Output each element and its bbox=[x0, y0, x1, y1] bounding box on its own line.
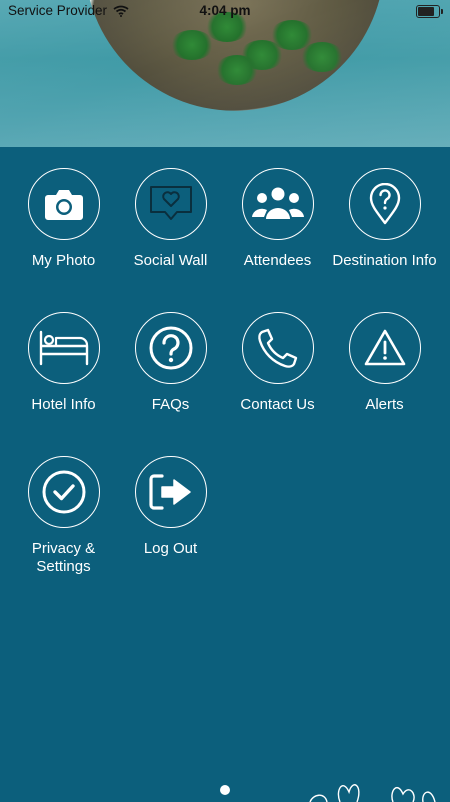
page-indicator-dot[interactable] bbox=[220, 785, 230, 795]
menu-item-circle[interactable] bbox=[27, 312, 100, 384]
menu-item-label: FAQs bbox=[151, 396, 190, 413]
menu-item-my-photo[interactable]: My Photo bbox=[10, 168, 117, 270]
menu-item-circle[interactable] bbox=[134, 456, 207, 528]
camera-icon bbox=[44, 190, 83, 220]
people-group-icon bbox=[251, 187, 304, 219]
question-circle-icon bbox=[149, 326, 192, 370]
phone-icon bbox=[257, 328, 297, 368]
menu-item-label: Hotel Info bbox=[31, 396, 96, 413]
menu-item-label: Social Wall bbox=[133, 252, 208, 269]
battery-level bbox=[418, 7, 434, 16]
menu-item-label: My Photo bbox=[31, 252, 96, 269]
battery-icon bbox=[416, 5, 443, 18]
menu-item-social-wall[interactable]: Social Wall bbox=[117, 168, 224, 270]
menu-item-circle[interactable] bbox=[348, 168, 421, 240]
menu-item-label: Alerts bbox=[365, 396, 404, 413]
water-overlay bbox=[0, 0, 450, 147]
bed-icon bbox=[39, 330, 88, 366]
menu-item-alerts[interactable]: Alerts bbox=[331, 312, 438, 414]
map-pin-question-icon bbox=[369, 183, 400, 225]
menu-item-attendees[interactable]: Attendees bbox=[224, 168, 331, 270]
menu-item-label: Contact Us bbox=[240, 396, 315, 413]
menu-item-circle[interactable] bbox=[27, 168, 100, 240]
menu-item-circle[interactable] bbox=[241, 312, 314, 384]
menu-item-hotel-info[interactable]: Hotel Info bbox=[10, 312, 117, 414]
menu-item-circle[interactable] bbox=[27, 456, 100, 528]
status-bar: Service Provider 4:04 pm bbox=[0, 0, 450, 22]
menu-item-destination-info[interactable]: Destination Info bbox=[331, 168, 438, 270]
menu-item-label: Destination Info bbox=[332, 252, 437, 269]
speech-heart-icon bbox=[149, 186, 192, 220]
decorative-doodle bbox=[309, 784, 436, 802]
warning-triangle-icon bbox=[364, 329, 405, 366]
menu-item-privacy-settings[interactable]: Privacy & Settings bbox=[10, 456, 117, 576]
logout-icon bbox=[148, 474, 191, 510]
menu-item-contact-us[interactable]: Contact Us bbox=[224, 312, 331, 414]
menu-item-circle[interactable] bbox=[134, 168, 207, 240]
menu-item-circle[interactable] bbox=[348, 312, 421, 384]
menu-item-label: Log Out bbox=[143, 540, 198, 557]
menu-item-label: Privacy & Settings bbox=[31, 540, 96, 575]
hero-image bbox=[0, 0, 450, 147]
clock: 4:04 pm bbox=[199, 3, 251, 18]
menu-item-label: Attendees bbox=[243, 252, 312, 269]
check-circle-icon bbox=[42, 470, 85, 514]
menu-item-faqs[interactable]: FAQs bbox=[117, 312, 224, 414]
menu-item-circle[interactable] bbox=[134, 312, 207, 384]
menu-item-circle[interactable] bbox=[241, 168, 314, 240]
menu-item-log-out[interactable]: Log Out bbox=[117, 456, 224, 558]
